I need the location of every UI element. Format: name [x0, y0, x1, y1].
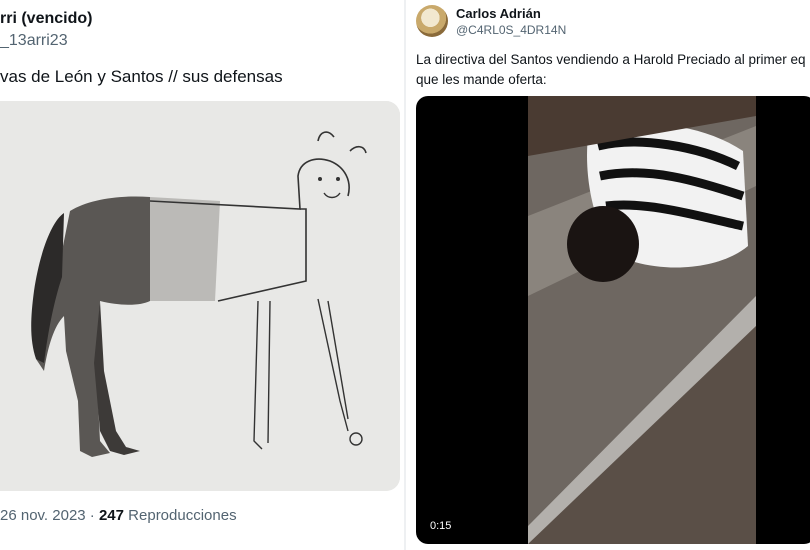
view-count-label: Reproducciones [128, 507, 237, 524]
left-tweet: rri (vencido) _13arri23 vas de León y Sa… [0, 0, 404, 550]
video-frame [528, 96, 756, 544]
tweet-image[interactable] [0, 101, 400, 491]
view-count: 247 [98, 507, 124, 524]
video-duration: 0:15 [426, 518, 456, 534]
tweet-text: vas de León y Santos // sus defensas [0, 67, 283, 86]
tweet-text-line-1: La directiva del Santos vendiendo a Haro… [416, 52, 806, 67]
author-handle[interactable]: @C4RL0S_4DR14N [456, 23, 566, 37]
author-name[interactable]: Carlos Adrián [456, 6, 541, 21]
video-still-icon [528, 96, 756, 544]
tweet-date[interactable]: 26 nov. 2023 · [0, 507, 95, 524]
tweet-text: La directiva del Santos vendiendo a Haro… [416, 50, 810, 90]
horse-drawing-icon [0, 101, 400, 491]
avatar[interactable] [416, 5, 448, 37]
author-name[interactable]: rri (vencido) [0, 10, 92, 28]
author-handle[interactable]: _13arri23 [0, 32, 68, 50]
tweet-video[interactable]: 0:15 [416, 96, 810, 544]
tweet-meta: 26 nov. 2023 · 247 Reproducciones [0, 507, 237, 524]
right-tweet: Carlos Adrián @C4RL0S_4DR14N La directiv… [406, 0, 810, 550]
tweet-text-line-2: que les mande oferta: [416, 72, 547, 87]
